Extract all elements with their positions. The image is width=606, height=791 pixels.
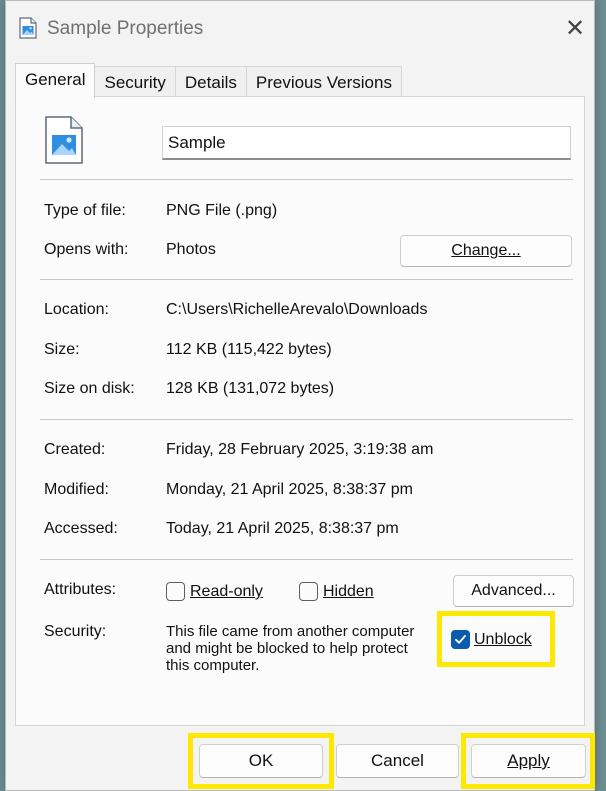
image-file-icon bbox=[19, 17, 37, 39]
security-warning-line: this computer. bbox=[166, 657, 260, 674]
hidden-label[interactable]: Hidden bbox=[323, 583, 374, 601]
unblock-checkbox[interactable] bbox=[451, 630, 470, 649]
ok-button-label: OK bbox=[248, 751, 274, 770]
type-label: Type of file: bbox=[44, 202, 126, 219]
cancel-button-label: Cancel bbox=[371, 751, 424, 770]
size-on-disk-value: 128 KB (131,072 bytes) bbox=[166, 380, 335, 397]
size-label: Size: bbox=[44, 341, 80, 358]
size-value: 112 KB (115,422 bytes) bbox=[166, 341, 332, 358]
security-warning-line: This file came from another computer bbox=[166, 623, 415, 640]
location-label: Location: bbox=[44, 301, 109, 318]
location-value: C:\Users\RichelleArevalo\Downloads bbox=[166, 301, 428, 318]
created-value: Friday, 28 February 2025, 3:19:38 am bbox=[166, 441, 434, 458]
security-label: Security: bbox=[44, 623, 107, 640]
hidden-checkbox[interactable] bbox=[299, 582, 318, 601]
checkmark-icon bbox=[455, 635, 466, 644]
divider bbox=[40, 419, 573, 420]
attributes-label: Attributes: bbox=[44, 581, 117, 598]
window-title: Sample Properties bbox=[47, 18, 204, 39]
change-button-label: Change... bbox=[451, 242, 521, 259]
created-label: Created: bbox=[44, 441, 106, 458]
accessed-value: Today, 21 April 2025, 8:38:37 pm bbox=[166, 520, 399, 537]
modified-value: Monday, 21 April 2025, 8:38:37 pm bbox=[166, 481, 413, 498]
tab-previous-versions[interactable]: Previous Versions bbox=[245, 66, 402, 98]
advanced-button[interactable]: Advanced... bbox=[453, 575, 574, 607]
type-value: PNG File (.png) bbox=[166, 202, 278, 219]
close-icon: ✕ bbox=[564, 15, 586, 42]
image-file-icon bbox=[44, 115, 84, 165]
tab-security[interactable]: Security bbox=[94, 66, 176, 98]
tab-strip: General Security Details Previous Versio… bbox=[15, 63, 402, 98]
modified-label: Modified: bbox=[44, 481, 109, 498]
tab-details[interactable]: Details bbox=[174, 66, 247, 98]
advanced-button-label: Advanced... bbox=[471, 582, 556, 599]
divider bbox=[40, 179, 573, 180]
size-on-disk-label: Size on disk: bbox=[44, 380, 135, 397]
opens-with-value: Photos bbox=[166, 241, 216, 258]
apply-button[interactable]: Apply bbox=[471, 744, 586, 778]
title-bar: Sample Properties ✕ bbox=[6, 1, 594, 57]
security-warning: This file came from another computer and… bbox=[166, 623, 456, 683]
apply-button-label: Apply bbox=[507, 751, 550, 770]
read-only-label-text: Read-only bbox=[190, 583, 263, 600]
general-panel: Type of file: PNG File (.png) Opens with… bbox=[15, 96, 585, 726]
desktop-background: Sample Properties ✕ General Security Det… bbox=[0, 0, 606, 791]
divider bbox=[40, 279, 573, 280]
hidden-label-text: Hidden bbox=[323, 583, 374, 600]
close-button[interactable]: ✕ bbox=[561, 15, 589, 43]
read-only-checkbox[interactable] bbox=[166, 582, 185, 601]
read-only-label[interactable]: Read-only bbox=[190, 583, 263, 601]
unblock-label-text: Unblock bbox=[474, 631, 532, 648]
unblock-label[interactable]: Unblock bbox=[474, 631, 532, 649]
divider bbox=[40, 559, 573, 560]
accessed-label: Accessed: bbox=[44, 520, 118, 537]
properties-dialog: Sample Properties ✕ General Security Det… bbox=[5, 0, 595, 791]
file-name-input[interactable] bbox=[162, 126, 571, 160]
cancel-button[interactable]: Cancel bbox=[336, 744, 459, 778]
opens-with-label: Opens with: bbox=[44, 241, 129, 258]
tab-general[interactable]: General bbox=[15, 63, 96, 98]
change-button[interactable]: Change... bbox=[400, 235, 572, 267]
ok-button[interactable]: OK bbox=[199, 744, 323, 778]
security-warning-line: and might be blocked to help protect bbox=[166, 640, 408, 657]
